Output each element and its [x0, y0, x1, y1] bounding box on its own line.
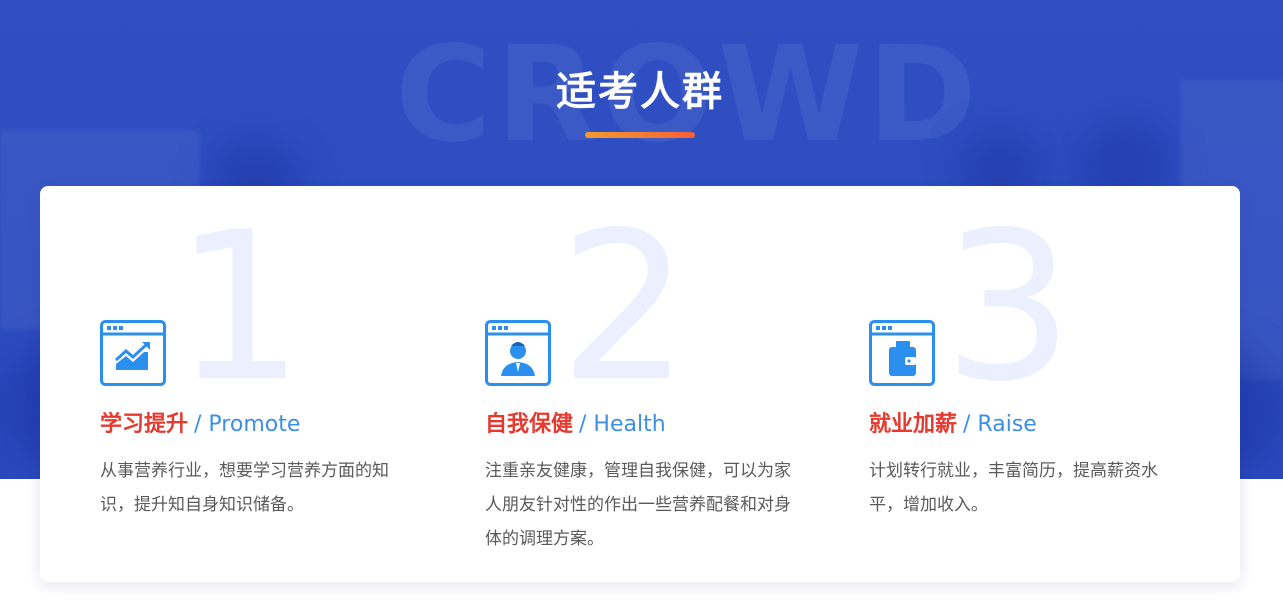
crowd-card: 1 学习提升 / Promote 从事营养行业，想要学习营养方面的知识，提升知自身…	[40, 186, 1240, 582]
item-number: 3	[943, 189, 1074, 427]
crowd-item-raise: 3 就业加薪 / Raise 计划转行就业，丰富简历，提高薪资水平，增加收入。	[869, 186, 1209, 582]
item-title-zh: 学习提升	[100, 412, 189, 437]
item-title-en: / Promote	[194, 412, 301, 437]
item-description: 计划转行就业，丰富简历，提高薪资水平，增加收入。	[869, 461, 1158, 515]
title-underline	[585, 132, 695, 138]
wallet-window-icon	[869, 320, 935, 386]
item-title: 就业加薪 / Raise	[869, 408, 1037, 442]
person-window-icon	[485, 320, 551, 386]
item-title-en: / Health	[579, 412, 666, 437]
item-number: 1	[174, 189, 305, 427]
item-number: 2	[559, 189, 690, 427]
item-title: 自我保健 / Health	[485, 408, 666, 442]
section-title: 适考人群	[556, 69, 724, 115]
item-description: 注重亲友健康，管理自我保健，可以为家人朋友针对性的作出一些营养配餐和对身体的调理…	[485, 461, 791, 549]
crowd-item-promote: 1 学习提升 / Promote 从事营养行业，想要学习营养方面的知识，提升知自身…	[100, 186, 440, 582]
item-title-en: / Raise	[963, 412, 1037, 437]
item-description: 从事营养行业，想要学习营养方面的知识，提升知自身知识储备。	[100, 461, 389, 515]
item-title: 学习提升 / Promote	[100, 408, 300, 442]
item-title-zh: 自我保健	[485, 412, 574, 437]
growth-chart-window-icon	[100, 320, 166, 386]
crowd-item-health: 2 自我保健 / Health 注重亲友健康，管理自我保健，可以为家人朋友针对性的…	[485, 186, 825, 582]
item-title-zh: 就业加薪	[869, 412, 958, 437]
